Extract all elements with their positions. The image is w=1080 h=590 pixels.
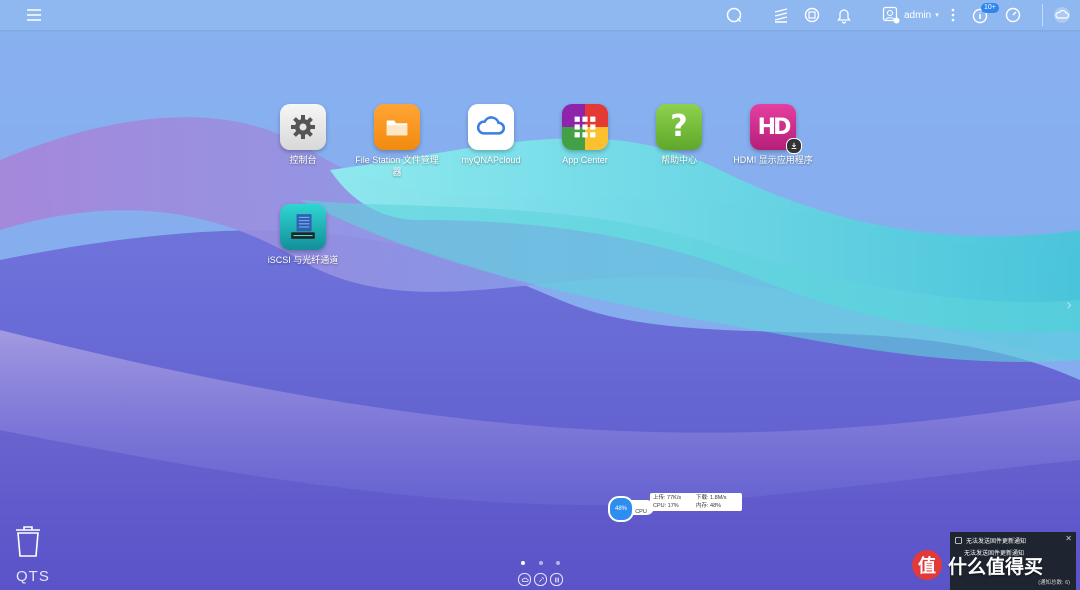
- cloud-shortcut-button[interactable]: [518, 573, 531, 586]
- app-iscsi-fibre-channel[interactable]: iSCSI 与光纤通道: [258, 204, 348, 266]
- close-icon[interactable]: ✕: [1065, 534, 1072, 543]
- hd-icon: HD: [750, 104, 802, 154]
- chevron-down-icon: ▾: [935, 12, 939, 19]
- watermark-text: 什么值得买: [948, 555, 1044, 578]
- app-label: HDMI 显示应用程序: [733, 155, 813, 165]
- topbar-divider: [1042, 4, 1043, 26]
- more-vertical-icon: [951, 8, 955, 22]
- tasks-icon: [774, 8, 788, 23]
- app-myqnapcloud[interactable]: myQNAPcloud: [446, 104, 536, 166]
- app-label: 帮助中心: [660, 155, 697, 165]
- app-label: myQNAPcloud: [461, 155, 521, 165]
- notification-title-text: 无法发送固件更新通知: [966, 539, 1027, 545]
- usage-percent: 48%: [608, 496, 634, 522]
- username: admin: [904, 9, 932, 21]
- download-rate: 下载: 1.8M/s: [696, 495, 727, 501]
- resource-stats: 上传: 77K/s 下载: 1.8M/s CPU: 17% 内存: 48%: [650, 493, 742, 511]
- bell-icon: [837, 9, 851, 24]
- wrench-icon: [538, 576, 544, 582]
- search-icon: [726, 7, 742, 23]
- apps-shortcut-button[interactable]: [550, 573, 563, 586]
- grid-icon: [554, 577, 559, 582]
- app-label: iSCSI 与光纤通道: [267, 255, 339, 265]
- qts-brand: QTS: [16, 568, 50, 585]
- cloud-icon: [1054, 7, 1070, 23]
- event-notification-button[interactable]: [834, 5, 854, 25]
- search-button[interactable]: [724, 5, 744, 25]
- memory-usage: 内存: 48%: [696, 503, 722, 509]
- app-help-center[interactable]: ? 帮助中心: [634, 104, 724, 166]
- myqnapcloud-button[interactable]: [1052, 5, 1072, 25]
- user-icon: [882, 6, 900, 24]
- download-icon: [786, 138, 802, 154]
- app-label: 控制台: [289, 155, 317, 165]
- page-dot-2[interactable]: [539, 561, 543, 565]
- gauge-icon: [1005, 7, 1021, 23]
- app-label: File Station 文件管理器: [355, 155, 439, 177]
- cpu-usage: CPU: 17%: [653, 503, 679, 509]
- recycle-bin[interactable]: [14, 524, 42, 558]
- page-dot-3[interactable]: [556, 561, 560, 565]
- folder-icon: [374, 104, 420, 150]
- page-dot-1[interactable]: [521, 561, 525, 565]
- external-device-button[interactable]: [802, 5, 822, 25]
- question-icon: ?: [656, 104, 702, 150]
- main-menu-button[interactable]: [24, 5, 44, 25]
- app-hdmi-display[interactable]: HD HDMI 显示应用程序: [728, 104, 818, 166]
- background-tasks-button[interactable]: [771, 5, 791, 25]
- watermark-logo: 值: [912, 550, 942, 580]
- app-file-station[interactable]: File Station 文件管理器: [352, 104, 442, 178]
- upload-rate: 上传: 77K/s: [653, 495, 682, 501]
- sync-icon: [804, 7, 820, 23]
- dashboard-button[interactable]: [1003, 5, 1023, 25]
- tools-shortcut-button[interactable]: [534, 573, 547, 586]
- hamburger-icon: [27, 9, 41, 21]
- next-page-arrow[interactable]: ›: [1066, 295, 1072, 314]
- watermark: 值 什么值得买: [912, 548, 1080, 582]
- app-app-center[interactable]: App Center: [540, 104, 630, 166]
- cloud-icon: [521, 577, 529, 582]
- cloud-icon: [468, 104, 514, 150]
- storage-icon: [280, 204, 326, 250]
- alert-icon: [955, 537, 962, 544]
- notification-title: 无法发送固件更新通知: [955, 536, 1026, 545]
- resource-monitor-widget[interactable]: CPU 48% 上传: 77K/s 下载: 1.8M/s CPU: 17% 内存…: [608, 493, 744, 522]
- gear-icon: [280, 104, 326, 150]
- desktop-wallpaper: [0, 0, 1080, 590]
- user-menu[interactable]: admin ▾: [882, 6, 939, 24]
- grid-icon: [562, 104, 608, 150]
- notification-count-badge: 10+: [981, 3, 999, 13]
- more-options-button[interactable]: [943, 5, 963, 25]
- app-label: App Center: [562, 155, 608, 165]
- top-bar: admin ▾ 10+: [0, 0, 1080, 30]
- trash-icon: [16, 526, 40, 557]
- app-control-panel[interactable]: 控制台: [258, 104, 348, 166]
